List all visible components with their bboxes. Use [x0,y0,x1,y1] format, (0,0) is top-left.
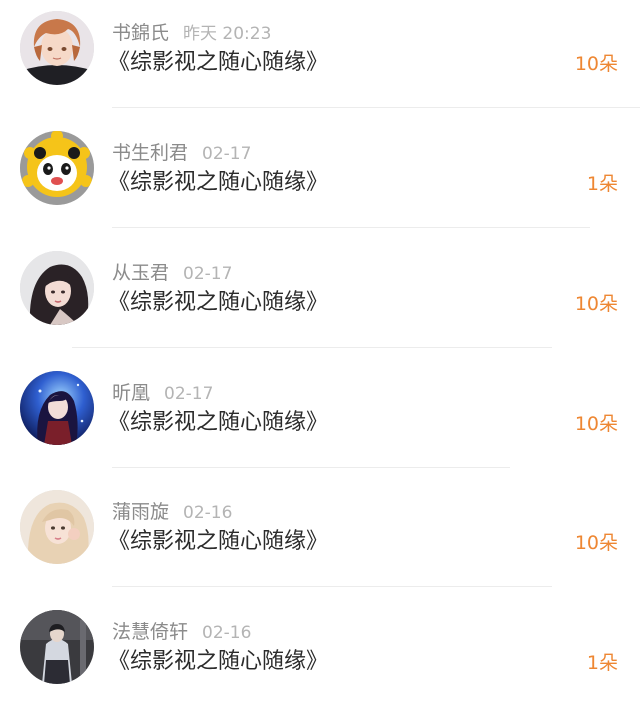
gift-meta: 书生利君 02-17 [112,144,251,163]
gift-row[interactable]: 书錦氏 昨天 20:23 《综影视之随心随缘》 10朵 [0,0,640,118]
book-title[interactable]: 《综影视之随心随缘》 [108,172,328,194]
gift-row[interactable]: 蒲雨旋 02-16 《综影视之随心随缘》 10朵 [0,479,640,597]
book-title[interactable]: 《综影视之随心随缘》 [108,52,328,74]
gift-meta: 从玉君 02-17 [112,264,232,283]
gift-row[interactable]: 书生利君 02-17 《综影视之随心随缘》 1朵 [0,120,640,238]
gift-row[interactable]: 法慧倚轩 02-16 《综影视之随心随缘》 1朵 [0,599,640,717]
gift-amount: 1朵 [586,173,618,195]
gift-meta: 书錦氏 昨天 20:23 [112,24,271,43]
book-title[interactable]: 《综影视之随心随缘》 [108,292,328,314]
gift-meta: 昕凰 02-17 [112,384,213,403]
gift-row[interactable]: 从玉君 02-17 《综影视之随心随缘》 10朵 [0,240,640,358]
divider [112,227,590,228]
sender-name[interactable]: 昕凰 [112,382,150,404]
gift-amount: 10朵 [574,293,618,315]
sender-name[interactable]: 法慧倚轩 [112,621,188,643]
gift-meta: 法慧倚轩 02-16 [112,623,251,642]
woman-portrait-avatar-icon[interactable] [20,251,94,325]
book-title[interactable]: 《综影视之随心随缘》 [108,531,328,553]
sender-name[interactable]: 书錦氏 [112,22,169,44]
gift-amount: 1朵 [586,652,618,674]
gift-time: 02-16 [183,503,233,523]
anime-boy-avatar-icon[interactable] [20,11,94,85]
divider [72,347,552,348]
gift-time: 02-17 [164,384,214,404]
book-title[interactable]: 《综影视之随心随缘》 [108,651,328,673]
gift-row[interactable]: 昕凰 02-17 《综影视之随心随缘》 10朵 [0,360,640,478]
gift-amount: 10朵 [574,413,618,435]
divider [112,467,510,468]
sender-name[interactable]: 书生利君 [112,142,188,164]
panda-sun-avatar-icon[interactable] [20,131,94,205]
gift-record-list: 书錦氏 昨天 20:23 《综影视之随心随缘》 10朵 书生利君 02-17 《… [0,0,640,689]
gift-time: 昨天 20:23 [183,24,272,44]
book-title[interactable]: 《综影视之随心随缘》 [108,412,328,434]
gift-amount: 10朵 [574,53,618,75]
gift-meta: 蒲雨旋 02-16 [112,503,232,522]
gift-amount: 10朵 [574,532,618,554]
sender-name[interactable]: 从玉君 [112,262,169,284]
gift-time: 02-17 [202,144,252,164]
anime-girl-avatar-icon[interactable] [20,371,94,445]
sender-name[interactable]: 蒲雨旋 [112,501,169,523]
person-photo-avatar-icon[interactable] [20,610,94,684]
divider [112,107,640,108]
divider [112,586,552,587]
gift-time: 02-17 [183,264,233,284]
gift-time: 02-16 [202,623,252,643]
girl-selfie-avatar-icon[interactable] [20,490,94,564]
